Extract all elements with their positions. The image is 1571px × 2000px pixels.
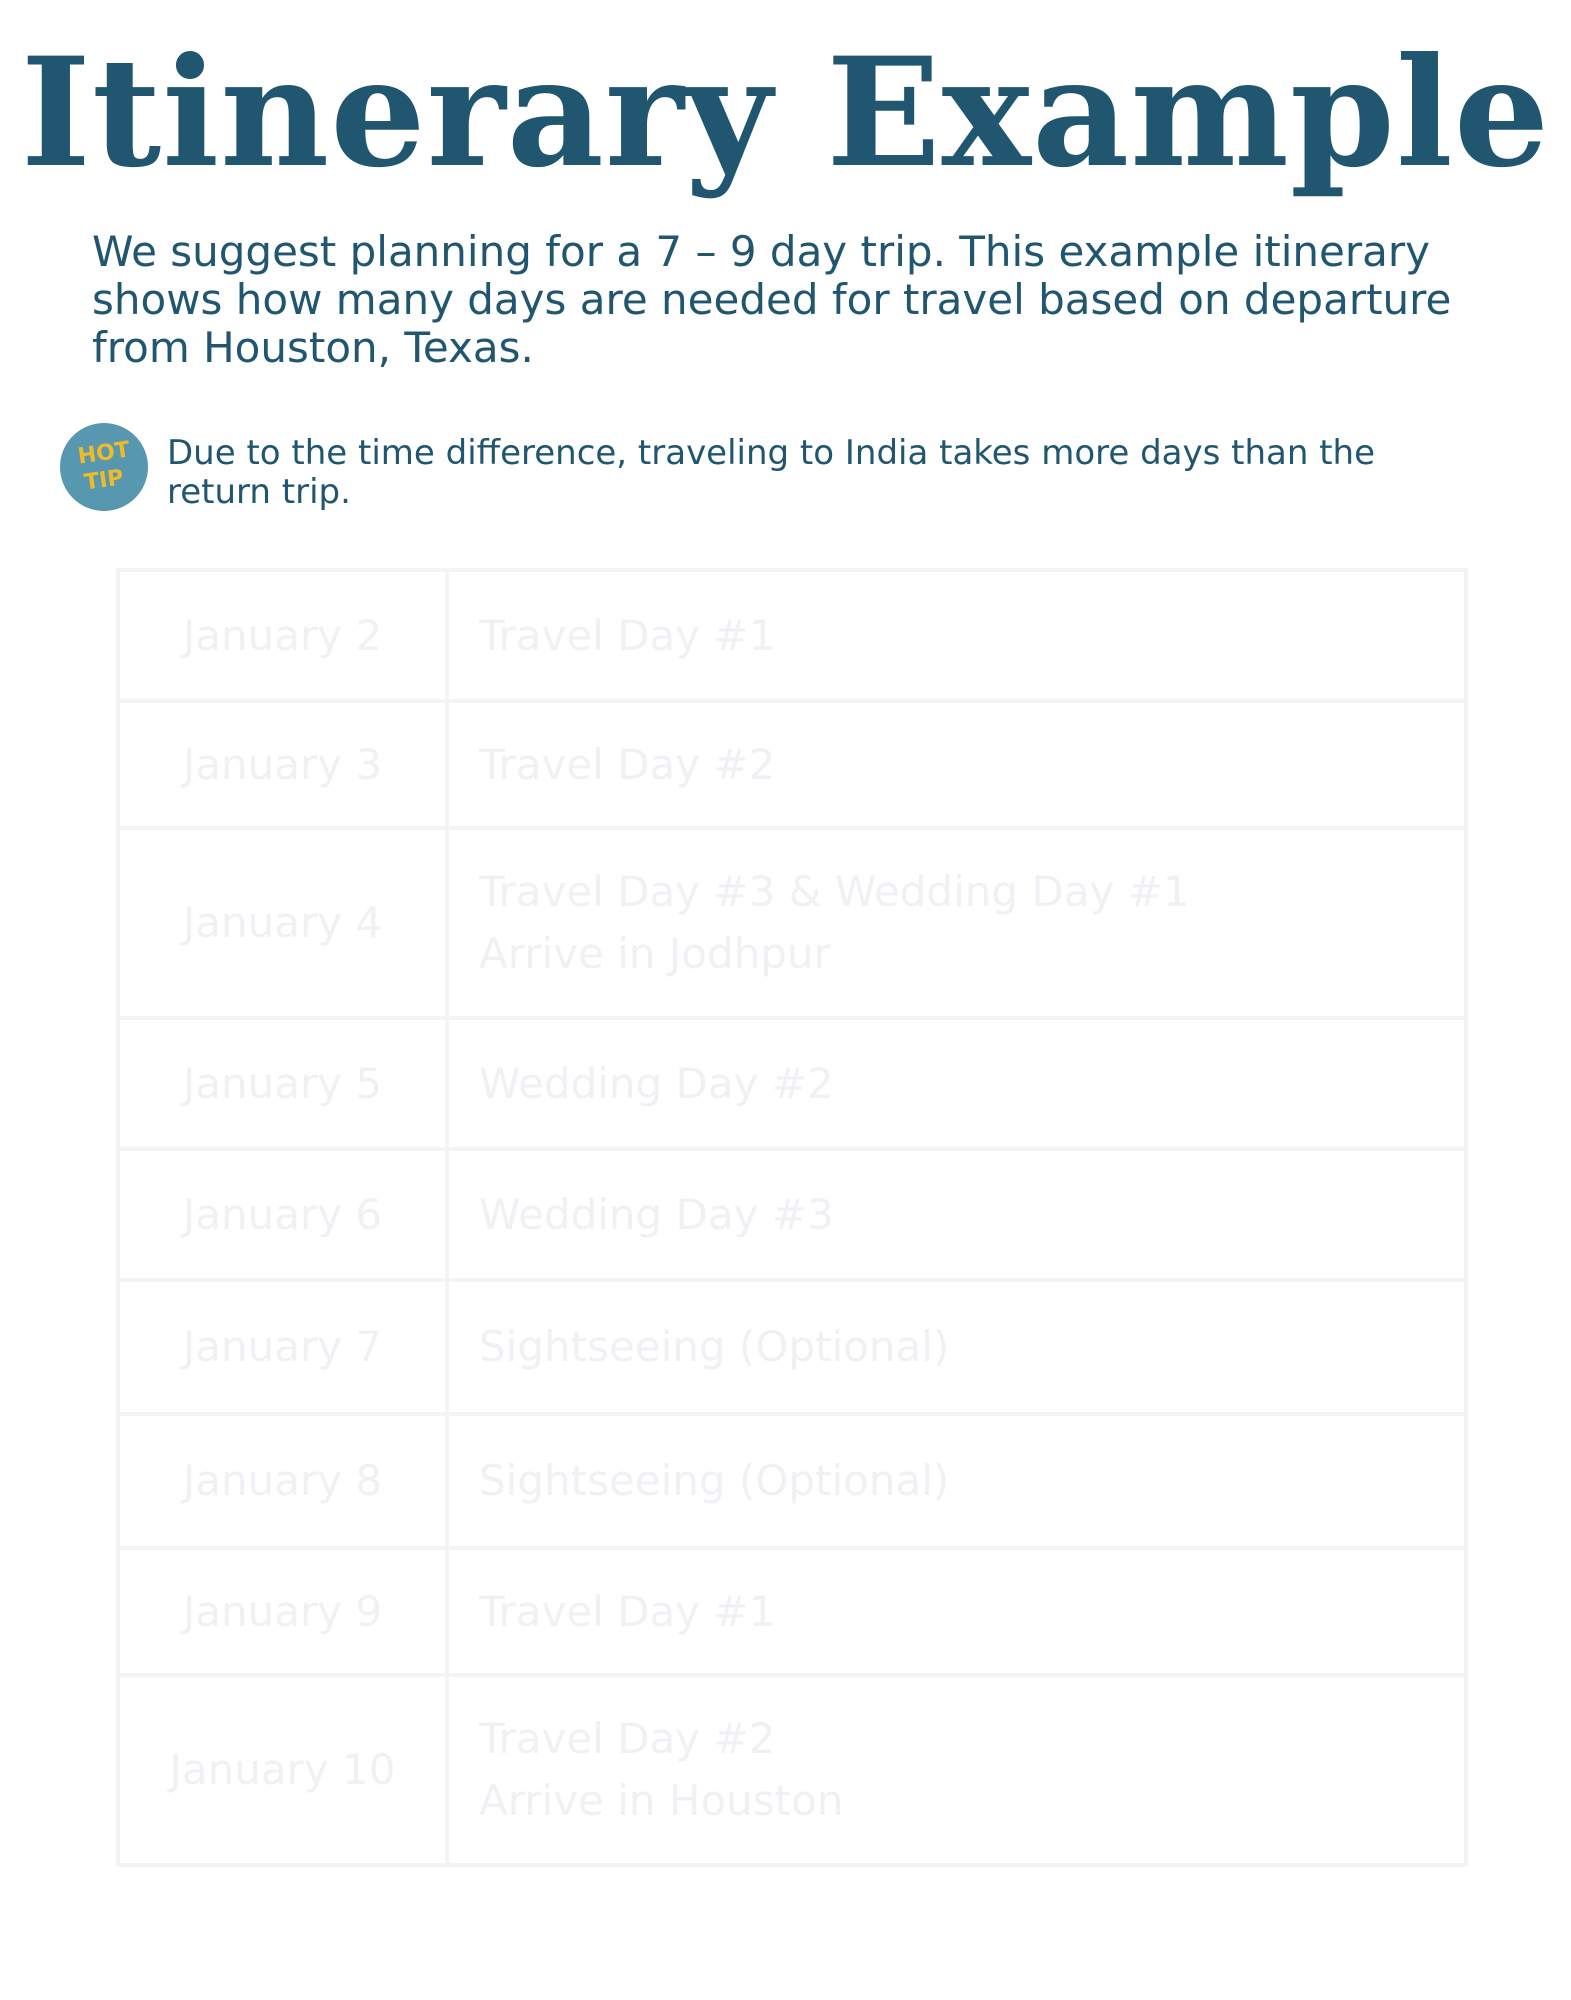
date-cell: January 7 [116, 1278, 449, 1416]
event-line: Travel Day #2 [479, 739, 776, 789]
table-row: January 7 Sightseeing (Optional) [116, 1278, 1468, 1416]
table-row: January 9 Travel Day #1 [116, 1546, 1468, 1677]
date-cell: January 4 [116, 826, 449, 1020]
event-line: Wedding Day #2 [479, 1058, 834, 1108]
date-cell: January 8 [116, 1412, 449, 1550]
event-cell: Wedding Day #3 [445, 1147, 1468, 1282]
event-cell: Travel Day #1 [445, 568, 1468, 703]
event-cell: Travel Day #3 & Wedding Day #1 Arrive in… [445, 826, 1468, 1020]
event-line: Travel Day #3 & Wedding Day #1 [479, 867, 1190, 916]
page-title: Itinerary Example [20, 25, 1551, 201]
event-line: Sightseeing (Optional) [479, 1322, 950, 1371]
event-line: Travel Day #1 [479, 610, 776, 660]
date-cell: January 6 [116, 1147, 449, 1282]
event-line: Wedding Day #3 [479, 1189, 834, 1239]
table-row: January 8 Sightseeing (Optional) [116, 1412, 1468, 1550]
event-line: Arrive in Houston [479, 1776, 844, 1825]
date-cell: January 9 [116, 1546, 449, 1677]
date-cell: January 3 [116, 699, 449, 830]
hot-tip-text: Due to the time difference, traveling to… [167, 433, 1376, 512]
date-cell: January 2 [116, 568, 449, 703]
event-line: Travel Day #2 [479, 1714, 776, 1763]
event-cell: Sightseeing (Optional) [445, 1412, 1468, 1550]
table-row: January 2 Travel Day #1 [116, 568, 1468, 703]
event-cell: Wedding Day #2 [445, 1016, 1468, 1151]
table-row: January 10 Travel Day #2 Arrive in Houst… [116, 1673, 1468, 1867]
event-line: Sightseeing (Optional) [479, 1456, 950, 1505]
event-cell: Travel Day #1 [445, 1546, 1468, 1677]
table-row: January 5 Wedding Day #2 [116, 1016, 1468, 1151]
event-line: Arrive in Jodhpur [479, 929, 831, 978]
table-row: January 6 Wedding Day #3 [116, 1147, 1468, 1282]
event-cell: Sightseeing (Optional) [445, 1278, 1468, 1416]
itinerary-table: January 2 Travel Day #1 January 3 Travel… [116, 568, 1468, 1867]
table-row: January 4 Travel Day #3 & Wedding Day #1… [116, 826, 1468, 1020]
date-cell: January 5 [116, 1016, 449, 1151]
hot-tip-badge: HOT TIP [60, 423, 148, 511]
table-row: January 3 Travel Day #2 [116, 699, 1468, 830]
date-cell: January 10 [116, 1673, 449, 1867]
event-cell: Travel Day #2 Arrive in Houston [445, 1673, 1468, 1867]
event-line: Travel Day #1 [479, 1586, 776, 1636]
intro-paragraph: We suggest planning for a 7 – 9 day trip… [92, 227, 1452, 372]
event-cell: Travel Day #2 [445, 699, 1468, 830]
